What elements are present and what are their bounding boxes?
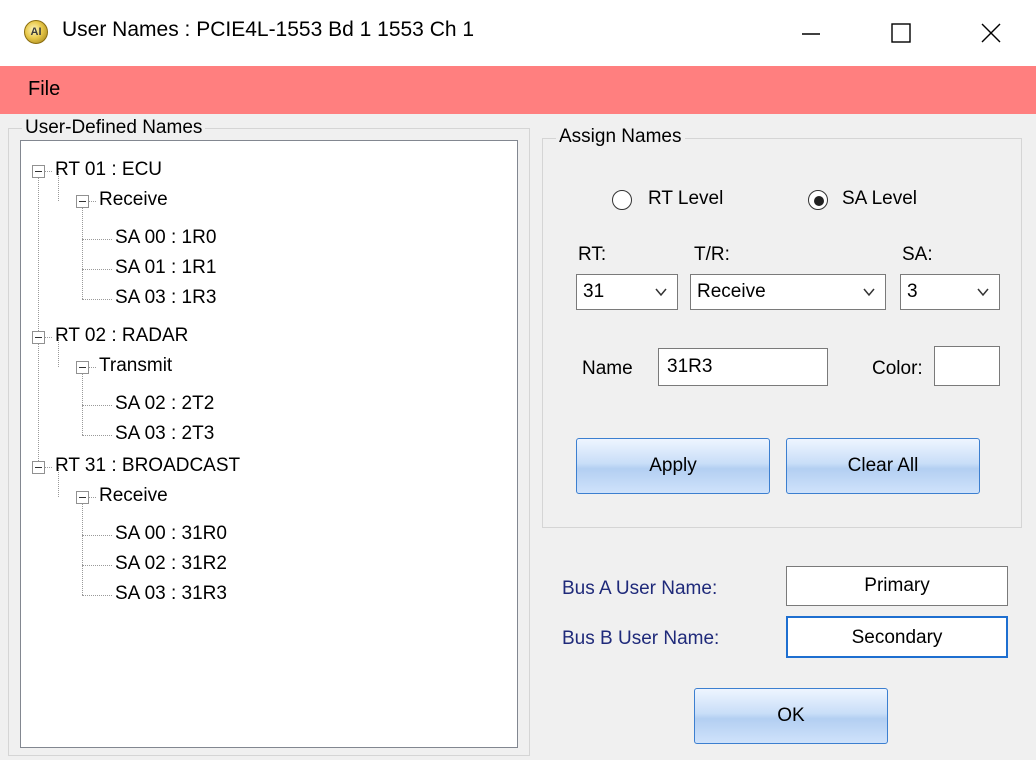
chevron-down-icon: [977, 288, 989, 297]
color-label: Color:: [872, 358, 923, 379]
names-tree[interactable]: RT 01 : ECU Receive SA 00 : 1R0 SA 01 : …: [20, 140, 518, 748]
sa-label: SA:: [902, 244, 933, 265]
collapse-rt01-receive-icon[interactable]: [76, 195, 89, 208]
collapse-rt02-icon[interactable]: [32, 331, 45, 344]
tree-node-rt01-receive[interactable]: Receive: [99, 189, 168, 211]
tree-node-rt31-receive[interactable]: Receive: [99, 485, 168, 507]
tree-node-rt31[interactable]: RT 31 : BROADCAST: [55, 455, 240, 477]
maximize-icon: [891, 23, 911, 43]
color-swatch[interactable]: [934, 346, 1000, 386]
sa-level-label: SA Level: [842, 188, 917, 209]
rt-level-label: RT Level: [648, 188, 724, 209]
rt-label: RT:: [578, 244, 607, 265]
collapse-rt02-transmit-icon[interactable]: [76, 361, 89, 374]
tr-label: T/R:: [694, 244, 730, 265]
tree-node-rt02[interactable]: RT 02 : RADAR: [55, 325, 188, 347]
tree-node-rt01-sa01[interactable]: SA 01 : 1R1: [115, 257, 216, 279]
ok-button[interactable]: OK: [694, 688, 888, 744]
minimize-button[interactable]: [766, 0, 856, 66]
bus-a-value: Primary: [864, 575, 930, 596]
collapse-rt31-icon[interactable]: [32, 461, 45, 474]
minimize-icon: [802, 33, 820, 35]
tree-node-rt31-sa02[interactable]: SA 02 : 31R2: [115, 553, 227, 575]
menu-bar: [0, 66, 1036, 114]
close-button[interactable]: [946, 0, 1036, 66]
clear-all-button[interactable]: Clear All: [786, 438, 980, 494]
name-input[interactable]: 31R3: [658, 348, 828, 386]
tree-node-rt02-sa02[interactable]: SA 02 : 2T2: [115, 393, 214, 415]
bus-b-input[interactable]: Secondary: [786, 616, 1008, 658]
rt-select-value: 31: [583, 281, 605, 302]
tree-node-rt31-sa03[interactable]: SA 03 : 31R3: [115, 583, 227, 605]
sa-select-value: 3: [907, 281, 918, 302]
tree-node-rt02-sa03[interactable]: SA 03 : 2T3: [115, 423, 214, 445]
chevron-down-icon: [655, 288, 667, 297]
apply-button-label: Apply: [649, 455, 697, 476]
tr-select[interactable]: Receive: [690, 274, 886, 310]
bus-b-label: Bus B User Name:: [562, 628, 720, 649]
window-title: User Names : PCIE4L-1553 Bd 1 1553 Ch 1: [62, 18, 475, 41]
bus-b-value: Secondary: [851, 627, 943, 648]
sa-level-radio[interactable]: [808, 190, 828, 210]
clear-all-button-label: Clear All: [847, 455, 919, 476]
tree-node-rt01-sa03[interactable]: SA 03 : 1R3: [115, 287, 216, 309]
collapse-rt01-icon[interactable]: [32, 165, 45, 178]
tr-select-value: Receive: [697, 281, 766, 302]
chevron-down-icon: [863, 288, 875, 297]
maximize-button[interactable]: [856, 0, 946, 66]
rt-select[interactable]: 31: [576, 274, 678, 310]
tree-node-rt01[interactable]: RT 01 : ECU: [55, 159, 162, 181]
tree-node-rt02-transmit[interactable]: Transmit: [99, 355, 172, 377]
apply-button[interactable]: Apply: [576, 438, 770, 494]
sa-select[interactable]: 3: [900, 274, 1000, 310]
tree-node-rt31-sa00[interactable]: SA 00 : 31R0: [115, 523, 227, 545]
close-icon: [981, 23, 1001, 43]
tree-node-rt01-sa00[interactable]: SA 00 : 1R0: [115, 227, 216, 249]
assign-names-label: Assign Names: [556, 126, 685, 148]
rt-level-radio[interactable]: [612, 190, 632, 210]
bus-a-label: Bus A User Name:: [562, 578, 718, 599]
ok-button-label: OK: [777, 705, 805, 726]
user-defined-names-label: User-Defined Names: [22, 117, 206, 139]
name-label: Name: [582, 358, 633, 379]
menu-file[interactable]: File: [28, 78, 60, 101]
app-icon: AI: [24, 20, 48, 44]
collapse-rt31-receive-icon[interactable]: [76, 491, 89, 504]
bus-a-input[interactable]: Primary: [786, 566, 1008, 606]
name-input-value: 31R3: [667, 356, 713, 377]
